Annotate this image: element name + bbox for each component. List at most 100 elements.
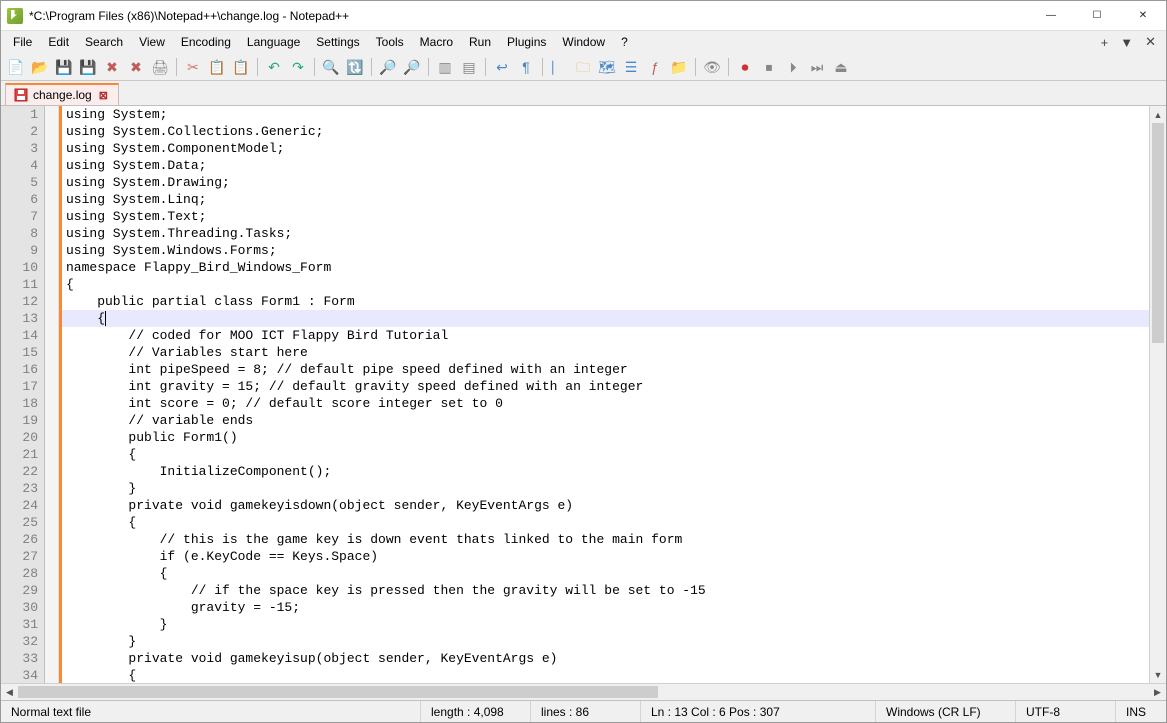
code-line[interactable]: private void gamekeyisup(object sender, … xyxy=(62,650,1149,667)
code-line[interactable]: int pipeSpeed = 8; // default pipe speed… xyxy=(62,361,1149,378)
monitor-icon[interactable]: 👁 xyxy=(701,56,723,78)
menu-run[interactable]: Run xyxy=(461,33,499,51)
code-line[interactable]: InitializeComponent(); xyxy=(62,463,1149,480)
code-line[interactable]: using System.Data; xyxy=(62,157,1149,174)
toolbar-close-icon[interactable]: ✕ xyxy=(1139,34,1162,50)
code-line[interactable]: { xyxy=(62,446,1149,463)
code-line[interactable]: using System.Text; xyxy=(62,208,1149,225)
menu-language[interactable]: Language xyxy=(239,33,308,51)
code-line[interactable]: { xyxy=(62,276,1149,293)
status-eol[interactable]: Windows (CR LF) xyxy=(876,701,1016,722)
code-line[interactable]: { xyxy=(62,514,1149,531)
code-line[interactable]: if (e.KeyCode == Keys.Space) xyxy=(62,548,1149,565)
code-line[interactable]: using System.Linq; xyxy=(62,191,1149,208)
undo-icon[interactable]: ↶ xyxy=(263,56,285,78)
minimize-button[interactable]: — xyxy=(1028,1,1074,31)
all-chars-icon[interactable]: ¶ xyxy=(515,56,537,78)
code-line[interactable]: // Variables start here xyxy=(62,344,1149,361)
lang-icon[interactable]: 🗀 xyxy=(572,56,594,78)
menu-encoding[interactable]: Encoding xyxy=(173,33,239,51)
code-line[interactable]: // variable ends xyxy=(62,412,1149,429)
indent-guide-icon[interactable]: ⎸ xyxy=(548,56,570,78)
menu-tools[interactable]: Tools xyxy=(368,33,412,51)
scroll-left-icon[interactable]: ◀ xyxy=(1,684,18,700)
menu-macro[interactable]: Macro xyxy=(412,33,461,51)
zoom-out-icon[interactable]: 🔎 xyxy=(401,56,423,78)
scroll-down-icon[interactable]: ▼ xyxy=(1150,666,1166,683)
code-line[interactable]: using System.Windows.Forms; xyxy=(62,242,1149,259)
sync-v-icon[interactable]: ▥ xyxy=(434,56,456,78)
code-line[interactable]: } xyxy=(62,616,1149,633)
menu-edit[interactable]: Edit xyxy=(40,33,77,51)
status-encoding[interactable]: UTF-8 xyxy=(1016,701,1116,722)
fold-column[interactable] xyxy=(45,106,59,683)
copy-icon[interactable]: 📋 xyxy=(206,56,228,78)
code-line[interactable]: using System.Collections.Generic; xyxy=(62,123,1149,140)
print-icon[interactable]: 🖨 xyxy=(149,56,171,78)
code-line[interactable]: } xyxy=(62,633,1149,650)
code-line[interactable]: using System.Threading.Tasks; xyxy=(62,225,1149,242)
scroll-right-icon[interactable]: ▶ xyxy=(1149,684,1166,700)
code-line[interactable]: int score = 0; // default score integer … xyxy=(62,395,1149,412)
save-file-icon[interactable]: 💾 xyxy=(53,56,75,78)
close-all-icon[interactable]: ✖ xyxy=(125,56,147,78)
tab-changelog[interactable]: change.log ⊠ xyxy=(5,83,119,105)
open-file-icon[interactable]: 📂 xyxy=(29,56,51,78)
menu-window[interactable]: Window xyxy=(554,33,613,51)
code-line[interactable]: gravity = -15; xyxy=(62,599,1149,616)
folder-icon[interactable]: 📁 xyxy=(668,56,690,78)
redo-icon[interactable]: ↷ xyxy=(287,56,309,78)
play-icon[interactable]: ⏵ xyxy=(782,56,804,78)
menu-[interactable]: ? xyxy=(613,33,636,51)
wordwrap-icon[interactable]: ↩ xyxy=(491,56,513,78)
toolbar-dropdown-icon[interactable]: ▼ xyxy=(1114,35,1139,50)
menu-file[interactable]: File xyxy=(5,33,40,51)
code-line[interactable]: // coded for MOO ICT Flappy Bird Tutoria… xyxy=(62,327,1149,344)
tab-close-icon[interactable]: ⊠ xyxy=(97,89,110,102)
record-icon[interactable]: ⏺ xyxy=(734,56,756,78)
code-line[interactable]: // this is the game key is down event th… xyxy=(62,531,1149,548)
sync-h-icon[interactable]: ▤ xyxy=(458,56,480,78)
code-line[interactable]: using System; xyxy=(62,106,1149,123)
code-line[interactable]: { xyxy=(62,667,1149,683)
code-line[interactable]: namespace Flappy_Bird_Windows_Form xyxy=(62,259,1149,276)
code-line[interactable]: } xyxy=(62,480,1149,497)
menu-view[interactable]: View xyxy=(131,33,173,51)
code-line[interactable]: { xyxy=(62,310,1149,327)
code-editor[interactable]: using System;using System.Collections.Ge… xyxy=(62,106,1149,683)
vscroll-thumb[interactable] xyxy=(1152,123,1164,343)
code-line[interactable]: public Form1() xyxy=(62,429,1149,446)
paste-icon[interactable]: 📋 xyxy=(230,56,252,78)
stop-icon[interactable]: ⏹ xyxy=(758,56,780,78)
doc-map-icon[interactable]: 🗺 xyxy=(596,56,618,78)
hscroll-thumb[interactable] xyxy=(18,686,658,698)
save-macro-icon[interactable]: ⏏ xyxy=(830,56,852,78)
code-line[interactable]: // if the space key is pressed then the … xyxy=(62,582,1149,599)
code-line[interactable]: { xyxy=(62,565,1149,582)
replace-icon[interactable]: 🔃 xyxy=(344,56,366,78)
func-list-icon[interactable]: ƒ xyxy=(644,56,666,78)
close-file-icon[interactable]: ✖ xyxy=(101,56,123,78)
horizontal-scrollbar[interactable]: ◀ ▶ xyxy=(1,683,1166,700)
cut-icon[interactable]: ✂ xyxy=(182,56,204,78)
scroll-up-icon[interactable]: ▲ xyxy=(1150,106,1166,123)
menu-settings[interactable]: Settings xyxy=(308,33,367,51)
zoom-in-icon[interactable]: 🔎 xyxy=(377,56,399,78)
code-line[interactable]: using System.Drawing; xyxy=(62,174,1149,191)
line-number-gutter[interactable]: 1234567891011121314151617181920212223242… xyxy=(1,106,45,683)
code-line[interactable]: public partial class Form1 : Form xyxy=(62,293,1149,310)
code-line[interactable]: private void gamekeyisdown(object sender… xyxy=(62,497,1149,514)
toolbar-plus-icon[interactable]: + xyxy=(1095,35,1115,50)
close-button[interactable]: ✕ xyxy=(1120,1,1166,31)
status-insert-mode[interactable]: INS xyxy=(1116,701,1166,722)
menu-plugins[interactable]: Plugins xyxy=(499,33,554,51)
maximize-button[interactable]: ☐ xyxy=(1074,1,1120,31)
find-icon[interactable]: 🔍 xyxy=(320,56,342,78)
code-line[interactable]: using System.ComponentModel; xyxy=(62,140,1149,157)
save-all-icon[interactable]: 💾 xyxy=(77,56,99,78)
menu-search[interactable]: Search xyxy=(77,33,131,51)
new-file-icon[interactable]: 📄 xyxy=(5,56,27,78)
code-line[interactable]: int gravity = 15; // default gravity spe… xyxy=(62,378,1149,395)
play-multi-icon[interactable]: ⏭ xyxy=(806,56,828,78)
doc-list-icon[interactable]: ☰ xyxy=(620,56,642,78)
